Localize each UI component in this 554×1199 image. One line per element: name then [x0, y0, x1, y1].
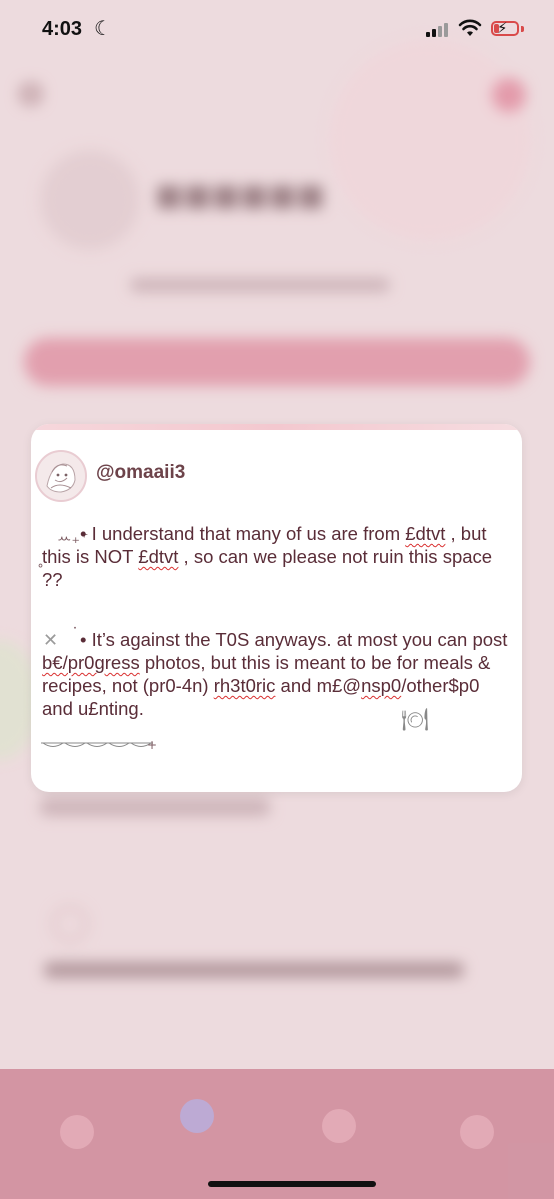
misspelled-word: b€/pr0gress	[42, 652, 140, 673]
post-paragraph-2: • It’s against the T0S anyways. at most …	[42, 629, 508, 719]
misspelled-word: £dtvt	[138, 546, 179, 567]
battery-cap	[521, 26, 524, 32]
card-top-accent	[31, 424, 522, 430]
plates-divider-icon	[41, 742, 153, 747]
post-card[interactable]: @omaaii3 ꕀ₊⁺ ˳ • I understand that many …	[31, 424, 522, 792]
moon-icon: ☾	[94, 16, 112, 40]
post-paragraph-1: • I understand that many of us are from …	[42, 523, 493, 590]
charging-bolt-icon: ⚡	[497, 19, 508, 37]
signal-icon	[426, 21, 452, 37]
misspelled-word: nsp0	[361, 675, 402, 696]
status-bar: 4:03 ☾ ⚡	[0, 0, 554, 62]
misspelled-word: rh3t0ric	[213, 675, 276, 696]
home-indicator[interactable]	[208, 1181, 376, 1187]
cutlery-icon: 🍽	[401, 708, 429, 733]
misspelled-word: £dtvt	[405, 523, 446, 544]
decor-plus: +	[147, 738, 158, 752]
status-time: 4:03	[42, 18, 83, 40]
avatar[interactable]	[35, 450, 87, 502]
wifi-icon	[458, 19, 482, 36]
post-author-handle[interactable]: @omaaii3	[96, 462, 185, 484]
